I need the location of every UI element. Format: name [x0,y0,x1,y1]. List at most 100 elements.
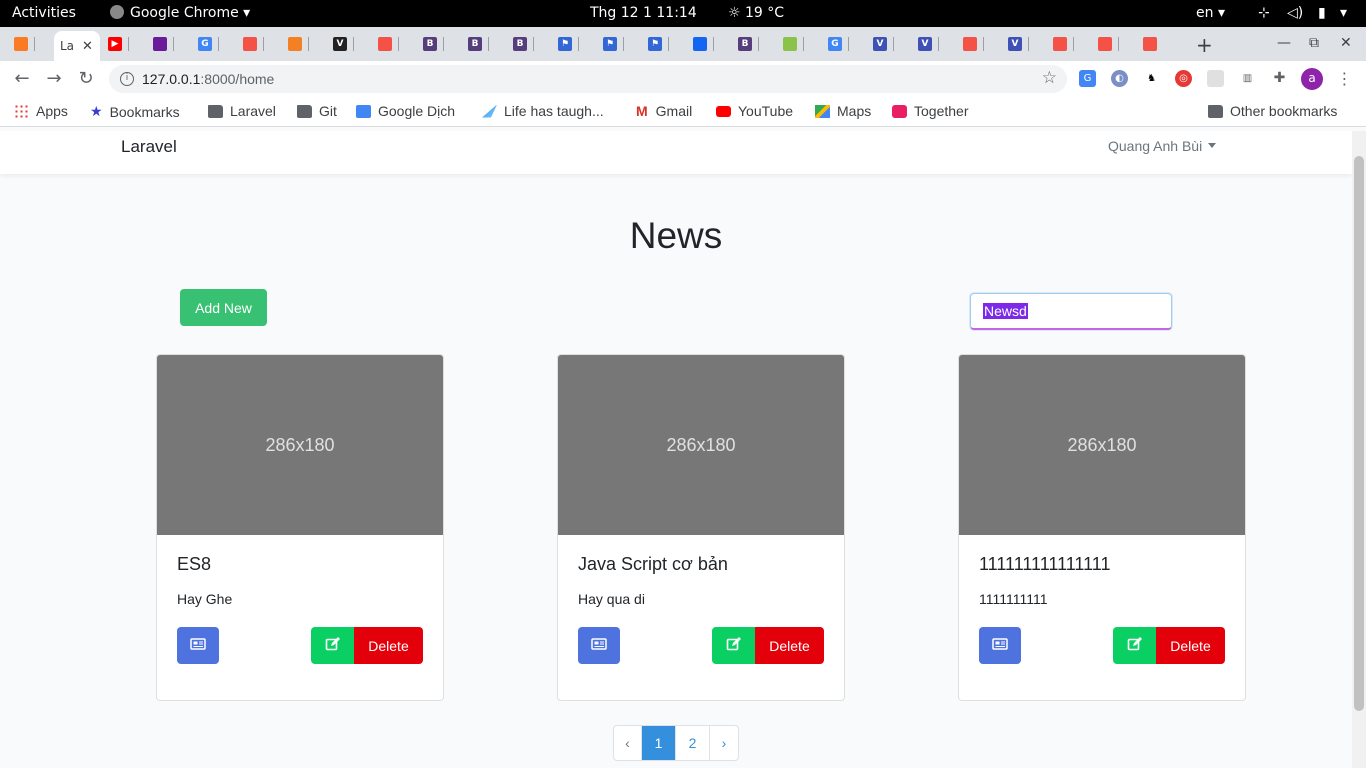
bookmark-gmail[interactable]: M Gmail [636,103,692,119]
reload-icon[interactable]: ↻ [76,69,96,89]
pagination-next[interactable]: › [710,726,738,760]
edit-button[interactable] [712,627,756,664]
tab[interactable] [288,31,309,57]
translate-extension-icon[interactable]: G [1079,70,1096,87]
tab[interactable]: ⚑ [558,31,579,57]
delete-button[interactable]: Delete [1156,627,1225,664]
bookmark-google-dich[interactable]: Google Dịch [356,103,455,119]
page-scrollbar[interactable] [1352,131,1366,768]
language-indicator[interactable]: en ▾ [1196,5,1225,21]
address-bar[interactable]: i 127.0.0.1:8000/home ☆ [109,65,1067,93]
forward-icon[interactable]: → [44,69,64,89]
tab[interactable] [378,31,399,57]
tab[interactable] [14,31,35,57]
tab[interactable]: B [738,31,759,57]
new-tab-button[interactable]: + [1196,33,1213,57]
minimize-button[interactable]: — [1277,35,1291,51]
star-icon: ★ [90,103,103,119]
newspaper-icon [190,638,206,650]
m-icon [153,37,167,51]
edit-button[interactable] [311,627,355,664]
weather[interactable]: ☼ 19 °C [728,5,784,21]
edit-button[interactable] [1113,627,1157,664]
tab[interactable]: B [423,31,444,57]
extension-icon[interactable]: ♞ [1143,70,1160,87]
bookmark-youtube[interactable]: YouTube [716,103,793,119]
extension-icon[interactable] [1207,70,1224,87]
battery-icon[interactable]: ▮ [1318,5,1326,21]
close-tab-icon[interactable]: ✕ [82,39,93,54]
tab[interactable]: ▶ [108,31,129,57]
tab[interactable]: V [918,31,939,57]
tab[interactable]: G [198,31,219,57]
tab[interactable]: B [468,31,489,57]
url-text[interactable]: 127.0.0.1:8000/home [142,71,274,87]
system-menu-icon[interactable]: ▾ [1340,5,1347,21]
tab[interactable] [243,31,264,57]
bookmark-star-icon[interactable]: ☆ [1042,68,1057,88]
bookmark-label: Laravel [230,103,276,119]
tab[interactable]: V [333,31,354,57]
laravel-icon [243,37,257,51]
view-button[interactable] [177,627,219,664]
app-menu[interactable]: Google Chrome ▾ [110,5,250,21]
tab-strip: La ✕ ▶ G V B B B ⚑ ⚑ ⚑ B G V V V + — ⧉ ✕ [0,27,1366,61]
pagination-page-2[interactable]: 2 [676,726,710,760]
tab[interactable]: G [828,31,849,57]
avatar[interactable]: a [1301,68,1323,90]
add-new-button[interactable]: Add New [180,289,267,326]
flag-icon: ⚑ [648,37,662,51]
puzzle-icon[interactable]: ✚ [1271,70,1288,87]
close-window-button[interactable]: ✕ [1340,35,1352,51]
tab[interactable] [153,31,174,57]
extension-icon[interactable]: ▥ [1239,70,1256,87]
tab[interactable]: B [513,31,534,57]
tab[interactable]: ⚑ [648,31,669,57]
tab[interactable] [1143,31,1161,57]
delete-button[interactable]: Delete [755,627,824,664]
bookmark-other[interactable]: Other bookmarks [1208,103,1337,119]
clock[interactable]: Thg 12 1 11:14 [590,5,697,21]
view-button[interactable] [578,627,620,664]
app-name: Google Chrome [130,5,239,21]
extension-icon[interactable]: ◐ [1111,70,1128,87]
navbar-brand[interactable]: Laravel [121,137,177,157]
tab[interactable] [693,31,714,57]
bookmark-laravel[interactable]: Laravel [208,103,276,119]
bookmark-life[interactable]: Life has taugh... [482,103,604,119]
page-viewport: Laravel Quang Anh Bùi News Add New Newsd… [0,131,1352,768]
tab[interactable] [783,31,804,57]
search-input[interactable]: Newsd [970,293,1172,330]
tab[interactable]: V [1008,31,1029,57]
tab[interactable] [963,31,984,57]
volume-icon[interactable]: ◁) [1287,5,1303,21]
restore-button[interactable]: ⧉ [1309,35,1319,51]
site-info-icon[interactable]: i [120,72,134,86]
language-label: en [1196,5,1214,21]
pagination-page-1[interactable]: 1 [642,726,676,760]
bootstrap-icon: B [423,37,437,51]
bookmark-maps[interactable]: Maps [815,103,871,119]
mdb-icon [693,37,707,51]
bookmark-apps[interactable]: Apps [14,103,68,119]
activities-button[interactable]: Activities [12,5,76,21]
menu-kebab-icon[interactable]: ⋮ [1336,70,1353,87]
view-button[interactable] [979,627,1021,664]
card-image-placeholder: 286x180 [157,355,443,535]
network-icon[interactable]: ⊹ [1258,5,1270,21]
extension-icon[interactable]: ◎ [1175,70,1192,87]
back-icon[interactable]: ← [12,69,32,89]
tab[interactable] [1098,31,1119,57]
xampp-icon [14,37,28,51]
bookmark-together[interactable]: Together [892,103,968,119]
user-dropdown[interactable]: Quang Anh Bùi [1108,138,1217,154]
tab[interactable]: V [873,31,894,57]
tab[interactable] [1053,31,1074,57]
delete-button[interactable]: Delete [354,627,423,664]
tab[interactable]: ⚑ [603,31,624,57]
scrollbar-thumb[interactable] [1354,156,1364,711]
bookmark-git[interactable]: Git [297,103,337,119]
bookmark-label: Life has taugh... [504,103,604,119]
bookmark-bookmarks[interactable]: ★ Bookmarks [90,103,180,120]
tab-active[interactable]: La ✕ [54,31,100,61]
